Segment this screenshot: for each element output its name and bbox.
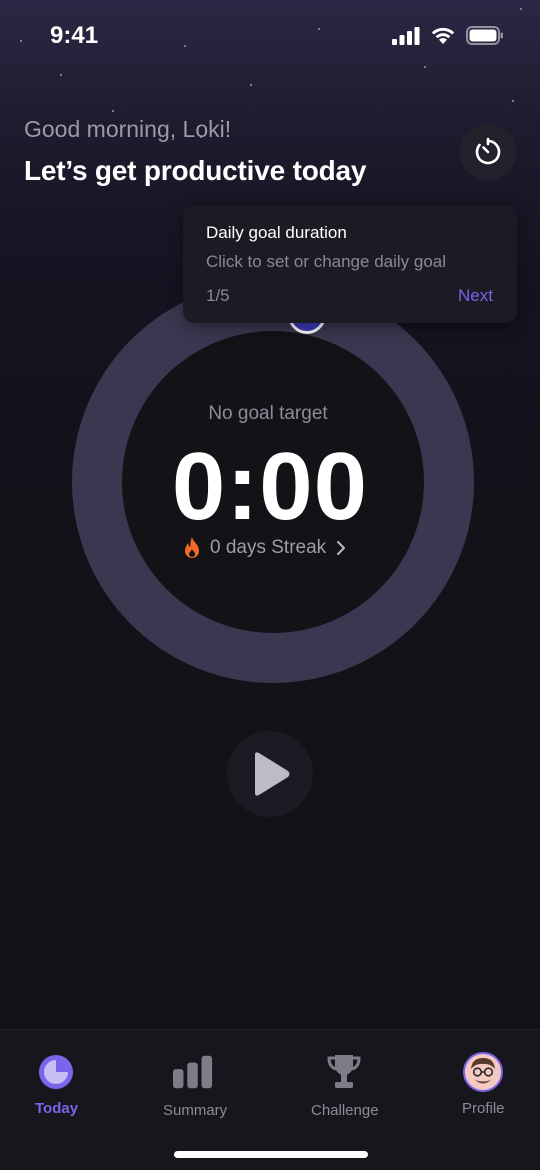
trophy-icon [324,1052,364,1092]
bar-chart-icon [173,1052,213,1092]
star-decoration [250,84,252,86]
stopwatch-icon [475,137,501,165]
avatar [463,1052,503,1092]
cellular-signal-icon [392,26,420,45]
tab-label-profile: Profile [462,1100,505,1117]
wifi-icon [431,27,455,44]
status-time: 9:41 [50,22,99,49]
screen: 9:41 Good morning, Loki! Let’s get produ… [0,0,540,1170]
tab-label-challenge: Challenge [311,1102,379,1119]
tooltip-step-counter: 1/5 [206,286,230,305]
tooltip-description: Click to set or change daily goal [206,252,447,271]
streak-text: 0 days Streak [210,537,327,558]
tab-label-today: Today [35,1100,79,1117]
battery-icon [466,26,503,45]
onboarding-tooltip: Daily goal duration Click to set or chan… [183,205,517,323]
star-decoration [112,110,114,112]
page-title: Let’s get productive today [24,155,367,186]
tooltip-next-button[interactable]: Next [458,286,493,306]
status-icons [392,26,504,45]
elapsed-time-display: 0:00 [171,433,369,540]
greeting-text: Good morning, Loki! [24,116,232,142]
timer-mode-button[interactable] [460,124,516,180]
play-icon [255,752,290,796]
goal-target-label: No goal target [0,403,540,425]
play-button[interactable] [227,731,313,817]
flame-icon [185,537,199,558]
pie-chart-icon [36,1052,76,1092]
star-decoration [512,100,514,102]
tooltip-title: Daily goal duration [206,223,347,242]
chevron-right-icon [337,541,346,555]
tab-label-summary: Summary [163,1102,228,1119]
goal-target-text: No goal target [208,403,328,424]
home-indicator[interactable] [174,1151,368,1158]
status-bar: 9:41 [0,0,540,76]
tab-bar: Today Summary Challenge Profile [0,1029,540,1170]
streak-link[interactable]: 0 days Streak [182,536,348,560]
